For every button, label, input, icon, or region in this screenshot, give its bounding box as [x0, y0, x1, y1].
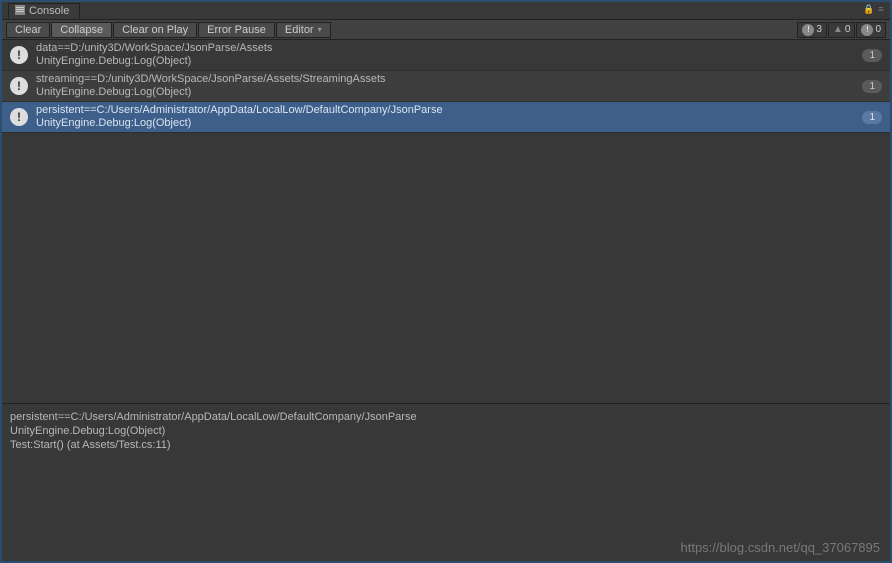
toolbar: Clear Collapse Clear on Play Error Pause…	[2, 20, 890, 40]
error-icon: !	[861, 24, 873, 36]
info-count: 3	[816, 24, 822, 35]
collapse-button[interactable]: Collapse	[51, 22, 112, 38]
log-text: streaming==D:/unity3D/WorkSpace/JsonPars…	[36, 73, 854, 99]
log-entry[interactable]: ! persistent==C:/Users/Administrator/AppD…	[2, 102, 890, 133]
info-icon: !	[802, 24, 814, 36]
console-tab-label: Console	[29, 5, 69, 17]
error-toggle[interactable]: ! 0	[856, 22, 886, 38]
clear-on-play-button[interactable]: Clear on Play	[113, 22, 197, 38]
log-text: data==D:/unity3D/WorkSpace/JsonParse/Ass…	[36, 42, 854, 68]
titlebar: Console 🔒 ≡	[2, 2, 890, 20]
watermark: https://blog.csdn.net/qq_37067895	[681, 541, 881, 555]
log-entry[interactable]: ! streaming==D:/unity3D/WorkSpace/JsonPar…	[2, 71, 890, 102]
clear-button[interactable]: Clear	[6, 22, 50, 38]
editor-dropdown[interactable]: Editor	[276, 22, 331, 38]
console-tab-icon	[15, 5, 25, 18]
detail-line: UnityEngine.Debug:Log(Object)	[10, 424, 882, 438]
log-count-badge: 1	[862, 80, 882, 93]
error-count: 0	[875, 24, 881, 35]
log-info-icon: !	[10, 46, 28, 64]
menu-icon[interactable]: ≡	[876, 4, 886, 14]
detail-line: Test:Start() (at Assets/Test.cs:11)	[10, 438, 882, 452]
console-tab[interactable]: Console	[8, 3, 80, 19]
info-toggle[interactable]: ! 3	[797, 22, 827, 38]
log-info-icon: !	[10, 108, 28, 126]
log-text: persistent==C:/Users/Administrator/AppDa…	[36, 104, 854, 130]
log-info-icon: !	[10, 77, 28, 95]
warn-icon: ▲	[833, 24, 843, 35]
log-count-badge: 1	[862, 111, 882, 124]
detail-panel: persistent==C:/Users/Administrator/AppDa…	[2, 403, 890, 561]
log-entry[interactable]: ! data==D:/unity3D/WorkSpace/JsonParse/As…	[2, 40, 890, 71]
log-list: ! data==D:/unity3D/WorkSpace/JsonParse/As…	[2, 40, 890, 403]
console-window: Console 🔒 ≡ Clear Collapse Clear on Play…	[0, 0, 892, 563]
log-count-badge: 1	[862, 49, 882, 62]
warn-count: 0	[845, 24, 851, 35]
detail-line: persistent==C:/Users/Administrator/AppDa…	[10, 410, 882, 424]
lock-icon[interactable]: 🔒	[864, 4, 874, 14]
window-controls: 🔒 ≡	[864, 4, 886, 14]
error-pause-button[interactable]: Error Pause	[198, 22, 275, 38]
warn-toggle[interactable]: ▲ 0	[828, 22, 855, 38]
